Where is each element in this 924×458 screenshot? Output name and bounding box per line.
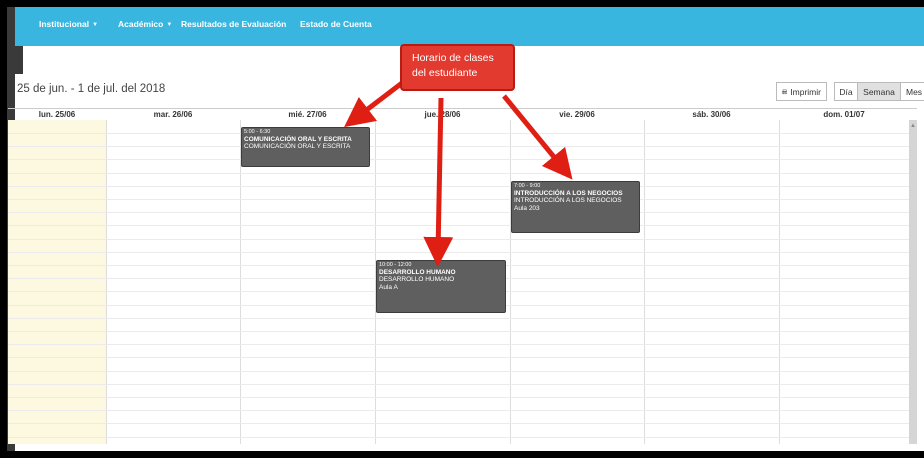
chevron-down-icon: ▼	[92, 21, 99, 28]
event-course: INTRODUCCIÓN A LOS NEGOCIOS	[514, 197, 622, 205]
callout-line-1: Horario de clases	[412, 52, 494, 64]
nav-institucional[interactable]: Institucional ▼	[39, 19, 98, 29]
day-header-wed: mié. 27/06	[288, 110, 327, 119]
nav-academico[interactable]: Académico ▼	[118, 19, 172, 29]
top-navbar: Institucional ▼ Académico ▼ Resultados de …	[15, 7, 924, 46]
day-column-mon[interactable]	[8, 120, 106, 444]
grid-line	[8, 397, 909, 398]
grid-line	[8, 172, 909, 174]
day-header-fri: vie. 29/06	[559, 110, 595, 119]
grid-line	[8, 185, 909, 187]
calendar-date-range: 25 de jun. - 1 de jul. del 2018	[17, 83, 166, 95]
grid-line	[8, 159, 909, 161]
page-header-edge	[15, 46, 23, 74]
grid-line	[8, 370, 909, 372]
grid-line	[8, 133, 909, 134]
event-desarrollo[interactable]: 10:00 - 12:00 DESARROLLO HUMANO DESARROL…	[376, 260, 506, 313]
nav-estado-cuenta[interactable]: Estado de Cuenta	[300, 19, 372, 29]
event-comunicacion[interactable]: 5:00 - 6:30 COMUNICACIÓN ORAL Y ESCRITA …	[241, 127, 370, 167]
day-header-thu: jue. 28/06	[424, 110, 461, 119]
grid-line	[8, 410, 909, 412]
grid-line	[8, 436, 909, 438]
day-header-sat: sáb. 30/06	[692, 110, 731, 119]
event-time: 10:00 - 12:00	[379, 262, 412, 268]
event-introduccion[interactable]: 7:00 - 9:00 INTRODUCCIÓN A LOS NEGOCIOS …	[511, 181, 640, 233]
event-time: 5:00 - 6:30	[244, 129, 271, 135]
view-week-button[interactable]: Semana	[857, 82, 901, 101]
nav-resultados[interactable]: Resultados de Evaluación	[181, 19, 286, 29]
grid-line	[8, 225, 909, 227]
view-month-button[interactable]: Mes	[900, 82, 924, 101]
grid-line	[8, 146, 909, 148]
callout-line-2: del estudiante	[412, 67, 478, 79]
grid-line	[8, 423, 909, 425]
event-title: DESARROLLO HUMANO	[379, 268, 456, 276]
print-button[interactable]: Imprimir	[776, 82, 827, 101]
grid-line	[8, 212, 909, 214]
day-column-wed[interactable]	[240, 120, 375, 444]
chevron-down-icon: ▼	[166, 21, 173, 28]
grid-line	[8, 199, 909, 200]
print-button-label: Imprimir	[790, 86, 821, 97]
view-day-button[interactable]: Día	[834, 82, 858, 101]
event-course: DESARROLLO HUMANO	[379, 276, 455, 284]
grid-line	[8, 357, 909, 359]
grid-line	[8, 331, 909, 332]
grid-line	[8, 383, 909, 385]
scroll-up-icon[interactable]: ▲	[910, 123, 916, 129]
day-column-tue[interactable]	[106, 120, 240, 444]
day-header-mon: lun. 25/06	[38, 110, 76, 119]
annotation-callout: Horario de clases del estudiante	[400, 44, 515, 91]
grid-line	[8, 251, 909, 253]
grid-line	[8, 238, 909, 240]
event-course: COMUNICACIÓN ORAL Y ESCRITA	[244, 143, 351, 151]
event-room: Aula 203	[514, 205, 540, 213]
day-column-fri[interactable]	[510, 120, 644, 444]
event-time: 7:00 - 9:00	[514, 183, 541, 189]
printer-icon	[782, 89, 788, 94]
day-column-sat[interactable]	[644, 120, 779, 444]
grid-line	[8, 344, 909, 346]
day-column-sun[interactable]	[779, 120, 909, 444]
day-header-sun: dom. 01/07	[823, 110, 865, 119]
day-header-tue: mar. 26/06	[153, 110, 193, 119]
calendar-scrollbar[interactable]	[909, 120, 917, 444]
event-room: Aula A	[379, 284, 398, 292]
grid-line	[8, 317, 909, 319]
week-calendar: lun. 25/06 mar. 26/06 mié. 27/06 jue. 28…	[8, 108, 917, 444]
